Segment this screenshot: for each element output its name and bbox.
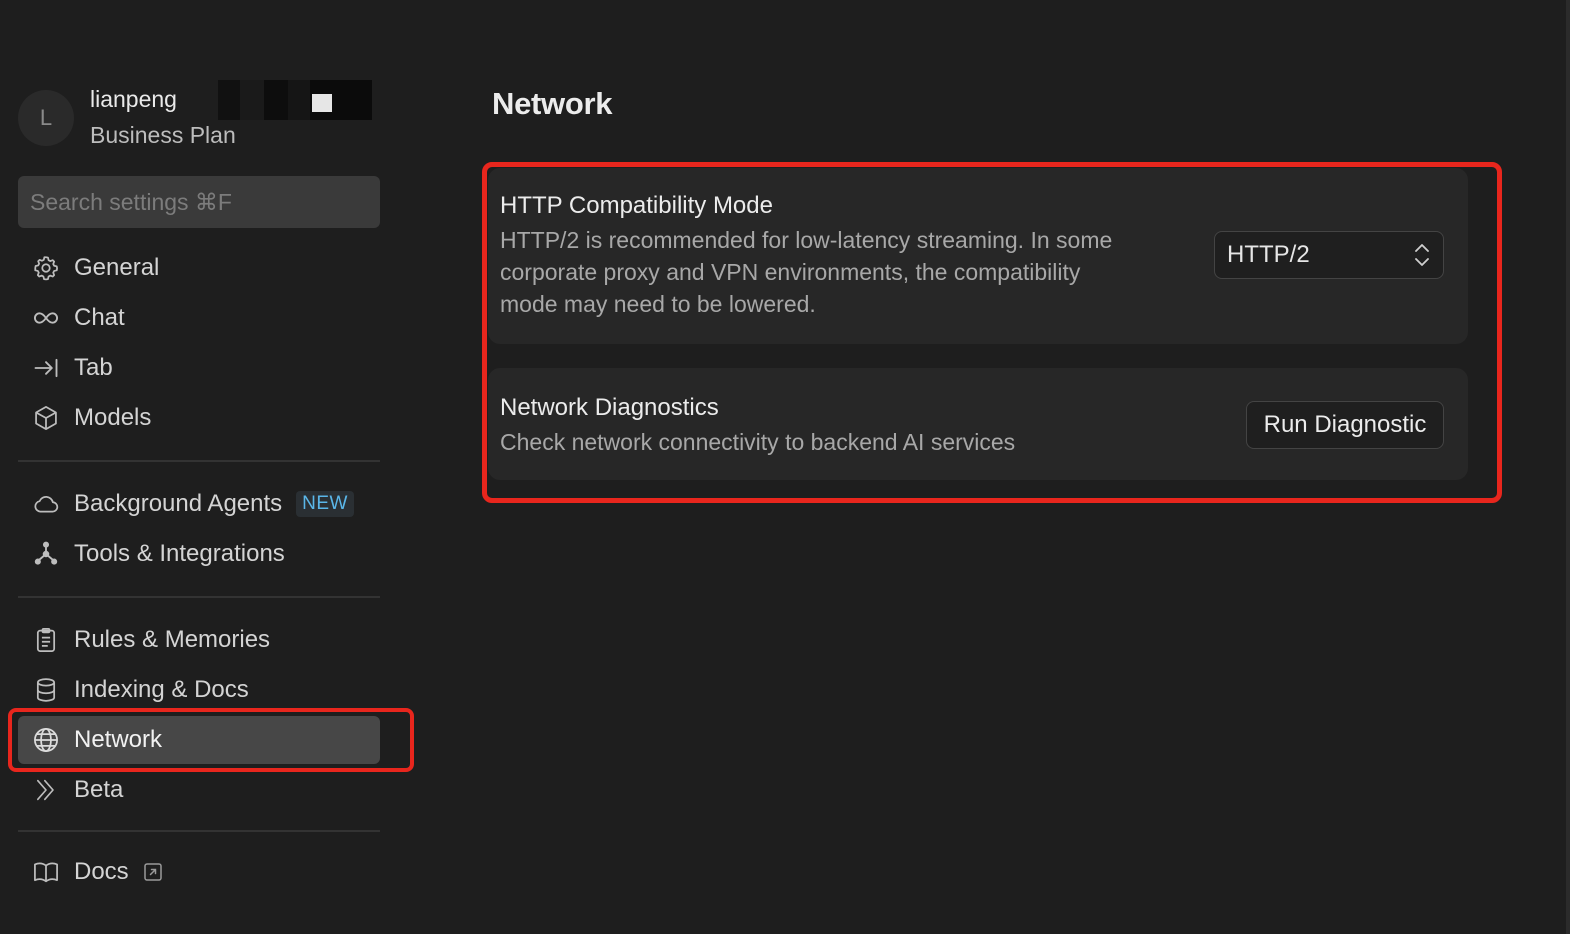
search-input[interactable] — [18, 176, 380, 228]
http-mode-select[interactable]: HTTP/2 — [1214, 231, 1444, 279]
sidebar-divider — [18, 596, 380, 598]
new-badge: NEW — [296, 491, 354, 517]
chevron-updown-icon — [1415, 244, 1429, 266]
sidebar-item-label: Docs — [74, 858, 129, 885]
avatar: L — [18, 90, 74, 146]
arrow-to-line-icon — [30, 352, 62, 384]
cloud-icon — [30, 488, 62, 520]
sidebar-item-background-agents[interactable]: Background Agents NEW — [18, 480, 380, 528]
window-edge — [1566, 0, 1570, 934]
sidebar-item-label: Rules & Memories — [74, 626, 271, 653]
sidebar: L lianpeng Business Plan General Chat — [0, 0, 414, 934]
sidebar-divider — [18, 460, 380, 462]
sidebar-item-models[interactable]: Models — [18, 394, 380, 442]
sidebar-item-label: Tools & Integrations — [74, 540, 285, 567]
sidebar-item-rules-memories[interactable]: Rules & Memories — [18, 616, 380, 664]
network-diagnostics-description: Check network connectivity to backend AI… — [500, 429, 1016, 455]
sidebar-item-label: Indexing & Docs — [74, 676, 249, 703]
http-compatibility-description: HTTP/2 is recommended for low-latency st… — [500, 227, 1113, 317]
sidebar-item-indexing-docs[interactable]: Indexing & Docs — [18, 666, 380, 714]
sidebar-item-chat[interactable]: Chat — [18, 294, 380, 342]
sidebar-item-label: Models — [74, 404, 152, 431]
sidebar-item-label: Background Agents — [74, 490, 283, 517]
external-link-icon — [143, 863, 162, 881]
sidebar-item-network[interactable]: Network — [18, 716, 380, 764]
redacted-email-block — [210, 80, 372, 120]
sidebar-item-label: General — [74, 254, 160, 281]
sidebar-item-label: Tab — [74, 354, 113, 381]
network-diagnostics-card: Network Diagnostics Check network connec… — [488, 368, 1468, 480]
page-title: Network — [492, 86, 613, 121]
http-compatibility-card: HTTP Compatibility Mode HTTP/2 is recomm… — [488, 168, 1468, 344]
sidebar-item-docs[interactable]: Docs — [18, 848, 380, 896]
sidebar-divider — [18, 830, 380, 832]
network-nodes-icon — [30, 538, 62, 570]
cube-icon — [30, 402, 62, 434]
database-icon — [30, 674, 62, 706]
double-chevron-icon — [30, 774, 62, 806]
globe-icon — [30, 724, 62, 756]
user-name: lianpeng — [90, 86, 177, 112]
sidebar-item-beta[interactable]: Beta — [18, 766, 380, 814]
sidebar-item-general[interactable]: General — [18, 244, 380, 292]
clipboard-icon — [30, 624, 62, 656]
run-diagnostic-button[interactable]: Run Diagnostic — [1246, 401, 1444, 449]
network-diagnostics-title: Network Diagnostics — [500, 394, 719, 421]
user-plan: Business Plan — [90, 122, 236, 148]
infinity-icon — [30, 302, 62, 334]
sidebar-item-label: Beta — [74, 776, 124, 803]
http-compatibility-title: HTTP Compatibility Mode — [500, 192, 773, 219]
http-mode-value: HTTP/2 — [1227, 241, 1310, 268]
sidebar-item-tab[interactable]: Tab — [18, 344, 380, 392]
sidebar-item-tools-integrations[interactable]: Tools & Integrations — [18, 530, 380, 578]
sidebar-item-label: Chat — [74, 304, 125, 331]
gear-icon — [30, 252, 62, 284]
user-profile[interactable]: L lianpeng Business Plan — [18, 80, 388, 152]
sidebar-item-label: Network — [74, 726, 163, 753]
settings-window: L lianpeng Business Plan General Chat — [0, 0, 1570, 934]
book-icon — [30, 856, 62, 888]
